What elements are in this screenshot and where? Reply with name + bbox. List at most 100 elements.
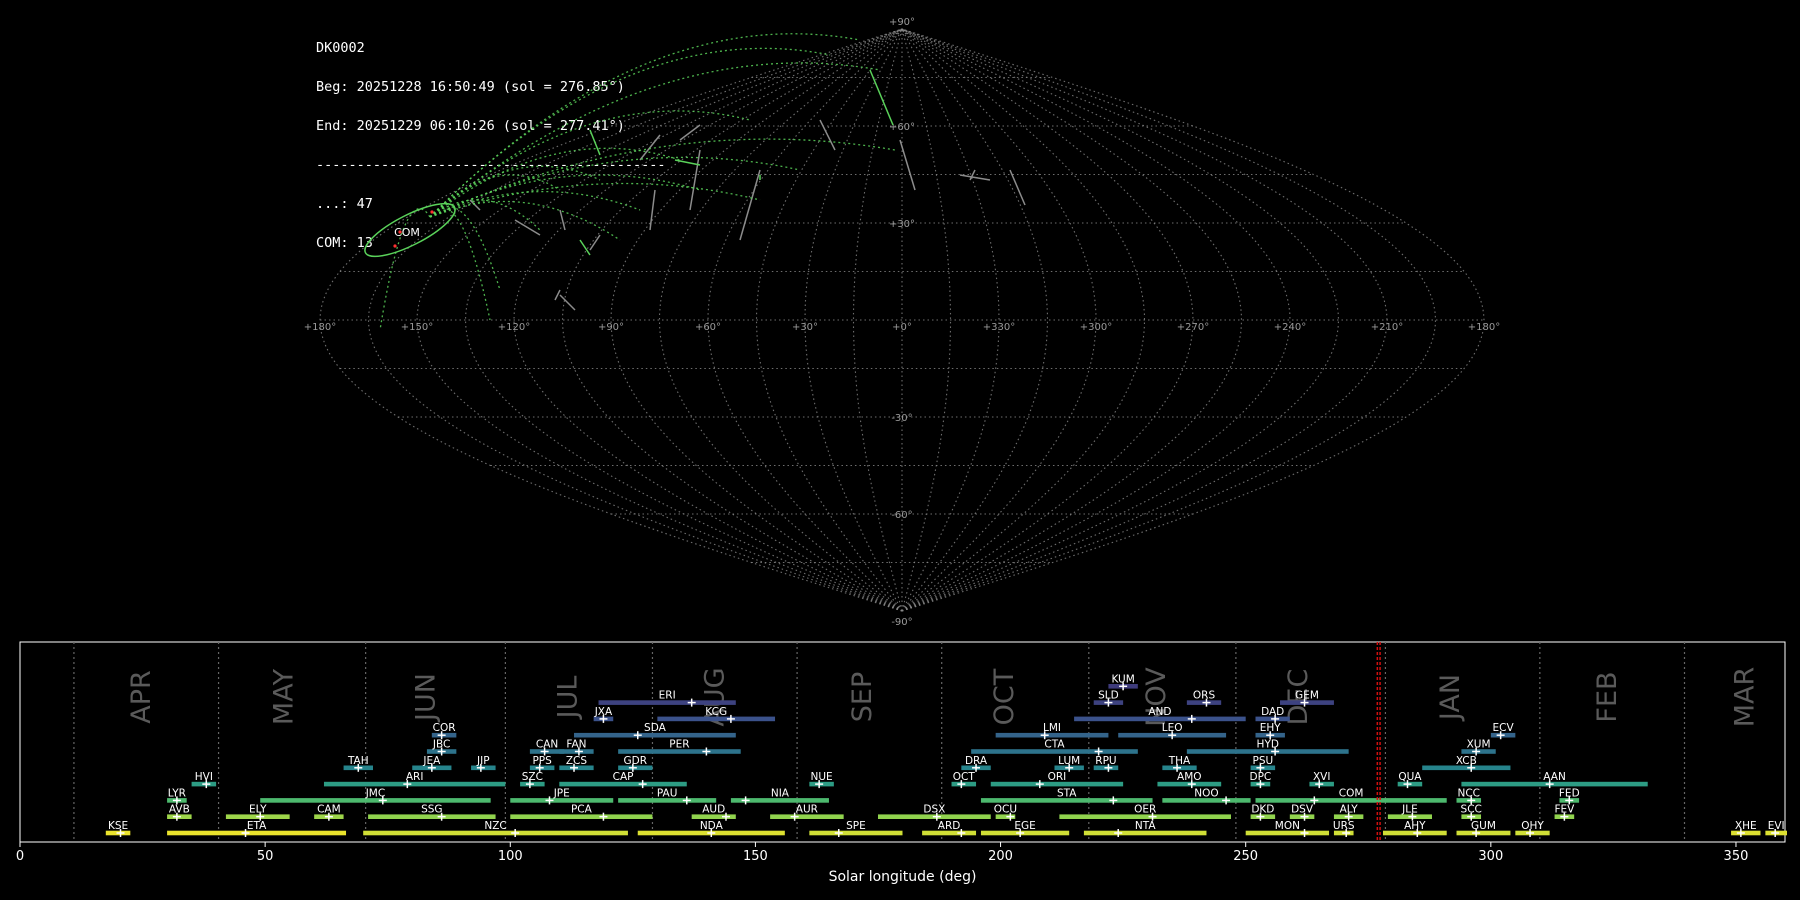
shower-ehy: EHY	[1255, 722, 1285, 740]
shower-code-label: SDA	[644, 722, 667, 734]
shower-nta: NTA	[1083, 820, 1207, 837]
shower-dra: DRA	[961, 755, 991, 772]
shower-xum: XUM	[1461, 739, 1496, 756]
shower-cap: CAP	[559, 771, 687, 789]
shower-pau: PAU	[618, 787, 717, 805]
shower-jpe: JPE	[510, 787, 614, 805]
shower-code-label: CAP	[613, 771, 634, 783]
shower-code-label: OCU	[994, 804, 1017, 816]
shower-urs: URS	[1333, 820, 1355, 837]
shower-code-label: AUD	[702, 804, 725, 816]
shower-can: CAN	[529, 739, 565, 756]
shower-code-label: THA	[1168, 755, 1191, 767]
shower-eta: ETA	[167, 820, 347, 837]
shower-szc: SZC	[520, 771, 545, 789]
shower-gdr: GDR	[618, 755, 653, 772]
shower-cta: CTA	[971, 739, 1138, 756]
shower-jle: JLE	[1387, 804, 1432, 821]
shower-cor: COR	[431, 722, 457, 740]
shower-code-label: KCG	[705, 706, 727, 718]
shower-code-label: FAN	[566, 739, 586, 751]
shower-dsx: DSX	[877, 804, 991, 821]
shower-code-label: ARI	[406, 771, 424, 783]
shower-jea: JEA	[412, 755, 452, 772]
month-label: FEB	[1592, 671, 1623, 722]
shower-code-label: DPC	[1250, 771, 1272, 783]
shower-code-label: DKD	[1251, 804, 1274, 816]
shower-code-label: MON	[1275, 820, 1300, 832]
shower-kum: KUM	[1108, 673, 1138, 691]
shower-code-label: PAU	[657, 787, 678, 799]
shower-code-label: GEM	[1295, 690, 1319, 702]
shower-tah: TAH	[343, 755, 373, 772]
shower-code-label: COM	[1339, 787, 1364, 799]
shower-xvi: XVI	[1309, 771, 1334, 789]
shower-code-label: NZC	[484, 820, 506, 832]
shower-code-label: FEV	[1554, 804, 1575, 816]
shower-code-label: PER	[669, 739, 689, 751]
shower-code-label: XUM	[1467, 739, 1491, 751]
shower-ohy: OHY	[1515, 820, 1550, 837]
shower-amo: AMO	[1157, 771, 1222, 789]
month-label: MAR	[1729, 667, 1760, 728]
shower-code-label: LEO	[1162, 722, 1183, 734]
shower-code-label: JPE	[553, 787, 570, 799]
shower-tha: THA	[1162, 755, 1197, 772]
shower-gum: GUM	[1456, 820, 1511, 837]
shower-code-label: XHE	[1735, 820, 1757, 832]
shower-code-label: OHY	[1521, 820, 1544, 832]
shower-code-label: ECV	[1493, 722, 1515, 734]
shower-code-label: PCA	[571, 804, 593, 816]
shower-code-label: NOO	[1194, 787, 1218, 799]
shower-code-label: LUM	[1058, 755, 1080, 767]
shower-code-label: AAN	[1543, 771, 1566, 783]
shower-code-label: SCC	[1461, 804, 1482, 816]
shower-code-label: XVI	[1313, 771, 1330, 783]
shower-code-label: DSX	[923, 804, 945, 816]
shower-psu: PSU	[1250, 755, 1276, 772]
shower-code-label: JEA	[422, 755, 441, 767]
shower-xcb: XCB	[1422, 755, 1511, 772]
shower-oct: OCT	[951, 771, 977, 789]
shower-lum: LUM	[1054, 755, 1084, 772]
shower-code-label: SLD	[1098, 690, 1119, 702]
shower-lyr: LYR	[167, 787, 187, 805]
shower-evi: EVI	[1765, 820, 1787, 837]
shower-code-label: URS	[1333, 820, 1355, 832]
shower-hvi: HVI	[191, 771, 217, 789]
shower-com: COM	[1255, 787, 1447, 805]
x-axis-label: Solar longitude (deg)	[829, 869, 977, 885]
shower-xhe: XHE	[1731, 820, 1761, 837]
shower-spe: SPE	[809, 820, 903, 837]
x-tick-label: 100	[498, 849, 523, 864]
shower-code-label: RPU	[1095, 755, 1116, 767]
shower-pps: PPS	[529, 755, 555, 772]
shower-nia: NIA	[730, 787, 829, 805]
shower-code-label: SSG	[421, 804, 442, 816]
shower-code-label: SZC	[522, 771, 543, 783]
x-tick-label: 150	[743, 849, 768, 864]
shower-fev: FEV	[1554, 804, 1575, 821]
shower-kse: KSE	[105, 820, 131, 837]
shower-fed: FED	[1559, 787, 1580, 805]
shower-aan: AAN	[1461, 771, 1648, 789]
shower-jxa: JXA	[593, 706, 614, 723]
shower-code-label: SPE	[846, 820, 866, 832]
shower-nue: NUE	[809, 771, 834, 789]
shower-nzc: NZC	[363, 820, 628, 837]
shower-sta: STA	[980, 787, 1153, 805]
shower-code-label: GDR	[624, 755, 648, 767]
shower-timeline-chart: APR MAY JUN JUL AUG SEP OCT NOV DEC JAN FEB MARKSE E…	[16, 641, 1787, 885]
shower-code-label: OER	[1134, 804, 1156, 816]
shower-code-label: EVI	[1768, 820, 1785, 832]
month-label: MAY	[268, 668, 299, 725]
shower-fan: FAN	[559, 739, 594, 756]
shower-jbc: JBC	[426, 739, 457, 756]
x-tick-label: 200	[988, 849, 1013, 864]
shower-code-label: QUA	[1398, 771, 1422, 783]
shower-code-label: AVB	[169, 804, 190, 816]
shower-zcs: ZCS	[559, 755, 594, 772]
shower-ocu: OCU	[994, 804, 1017, 821]
shower-code-label: HYD	[1257, 739, 1279, 751]
shower-dsv: DSV	[1289, 804, 1315, 821]
